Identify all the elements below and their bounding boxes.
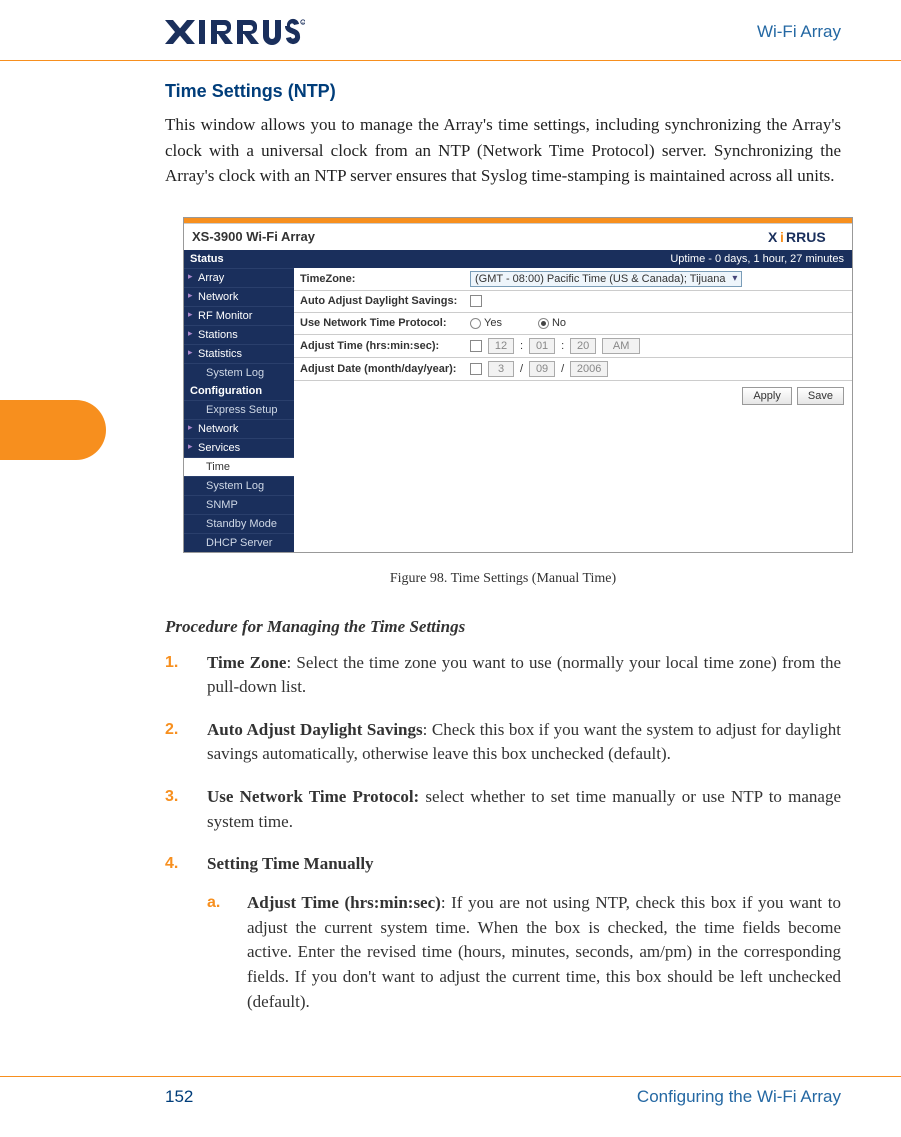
- ampm-field[interactable]: AM: [602, 338, 640, 354]
- step-number: 4.: [165, 852, 178, 875]
- list-item: 3. Use Network Time Protocol: select whe…: [207, 785, 841, 834]
- daylight-label: Auto Adjust Daylight Savings:: [300, 295, 470, 307]
- nav-item[interactable]: Network: [184, 419, 294, 438]
- svg-text:RRUS: RRUS: [786, 229, 826, 245]
- footer-label: Configuring the Wi-Fi Array: [637, 1087, 841, 1107]
- side-tab: [0, 400, 106, 460]
- hours-field[interactable]: 12: [488, 338, 514, 354]
- nav-item[interactable]: System Log: [184, 476, 294, 495]
- procedure-title: Procedure for Managing the Time Settings: [165, 617, 841, 637]
- page-content: Time Settings (NTP) This window allows y…: [0, 61, 901, 1014]
- day-field[interactable]: 09: [529, 361, 555, 377]
- step-number: 1.: [165, 651, 178, 674]
- list-item: a. Adjust Time (hrs:min:sec): If you are…: [247, 891, 841, 1014]
- sub-list: a. Adjust Time (hrs:min:sec): If you are…: [207, 891, 841, 1014]
- xirrus-logo-mini: X i RRUS: [766, 228, 844, 246]
- list-item: 1. Time Zone: Select the time zone you w…: [207, 651, 841, 700]
- list-item: 4. Setting Time Manually a. Adjust Time …: [207, 852, 841, 1014]
- nav-sidebar: Status Array Network RF Monitor Stations…: [184, 250, 294, 552]
- svg-text:R: R: [302, 21, 304, 25]
- svg-text:X: X: [768, 229, 778, 245]
- page-number: 152: [165, 1087, 193, 1107]
- figure-caption: Figure 98. Time Settings (Manual Time): [165, 571, 841, 587]
- step-number: 3.: [165, 785, 178, 808]
- substep-number: a.: [207, 891, 220, 914]
- list-item: 2. Auto Adjust Daylight Savings: Check t…: [207, 718, 841, 767]
- page-footer: 152 Configuring the Wi-Fi Array: [0, 1076, 901, 1107]
- minutes-field[interactable]: 01: [529, 338, 555, 354]
- uptime-bar: Uptime - 0 days, 1 hour, 27 minutes: [294, 250, 852, 268]
- daylight-checkbox[interactable]: [470, 295, 482, 307]
- ntp-label: Use Network Time Protocol:: [300, 317, 470, 329]
- ntp-no-radio[interactable]: No: [538, 317, 566, 329]
- nav-item-active[interactable]: Time: [184, 457, 294, 476]
- nav-item[interactable]: Statistics: [184, 344, 294, 363]
- nav-config-header: Configuration: [184, 382, 294, 400]
- header-product-label: Wi-Fi Array: [757, 22, 841, 42]
- nav-item[interactable]: Network: [184, 287, 294, 306]
- timezone-select[interactable]: (GMT - 08:00) Pacific Time (US & Canada)…: [470, 271, 742, 287]
- intro-text: This window allows you to manage the Arr…: [165, 112, 841, 189]
- adjust-time-checkbox[interactable]: [470, 340, 482, 352]
- timezone-label: TimeZone:: [300, 273, 470, 285]
- nav-status-header: Status: [184, 250, 294, 268]
- nav-item[interactable]: Services: [184, 438, 294, 457]
- nav-item[interactable]: Array: [184, 268, 294, 287]
- nav-item[interactable]: DHCP Server: [184, 533, 294, 552]
- adjust-date-checkbox[interactable]: [470, 363, 482, 375]
- procedure-list: 1. Time Zone: Select the time zone you w…: [165, 651, 841, 1015]
- xirrus-logo: R: [165, 16, 305, 48]
- section-title: Time Settings (NTP): [165, 81, 841, 102]
- nav-item[interactable]: RF Monitor: [184, 306, 294, 325]
- apply-button[interactable]: Apply: [742, 387, 792, 405]
- year-field[interactable]: 2006: [570, 361, 608, 377]
- adjust-time-label: Adjust Time (hrs:min:sec):: [300, 340, 470, 352]
- page-header: R Wi-Fi Array: [0, 0, 901, 61]
- ntp-yes-radio[interactable]: Yes: [470, 317, 502, 329]
- nav-item[interactable]: Express Setup: [184, 400, 294, 419]
- figure-screenshot: XS-3900 Wi-Fi Array X i RRUS Status Arra…: [183, 217, 841, 553]
- save-button[interactable]: Save: [797, 387, 844, 405]
- nav-item[interactable]: SNMP: [184, 495, 294, 514]
- nav-item[interactable]: System Log: [184, 363, 294, 382]
- nav-item[interactable]: Standby Mode: [184, 514, 294, 533]
- svg-text:i: i: [780, 229, 784, 245]
- adjust-date-label: Adjust Date (month/day/year):: [300, 363, 470, 375]
- month-field[interactable]: 3: [488, 361, 514, 377]
- seconds-field[interactable]: 20: [570, 338, 596, 354]
- nav-item[interactable]: Stations: [184, 325, 294, 344]
- device-title: XS-3900 Wi-Fi Array: [192, 229, 315, 244]
- step-number: 2.: [165, 718, 178, 741]
